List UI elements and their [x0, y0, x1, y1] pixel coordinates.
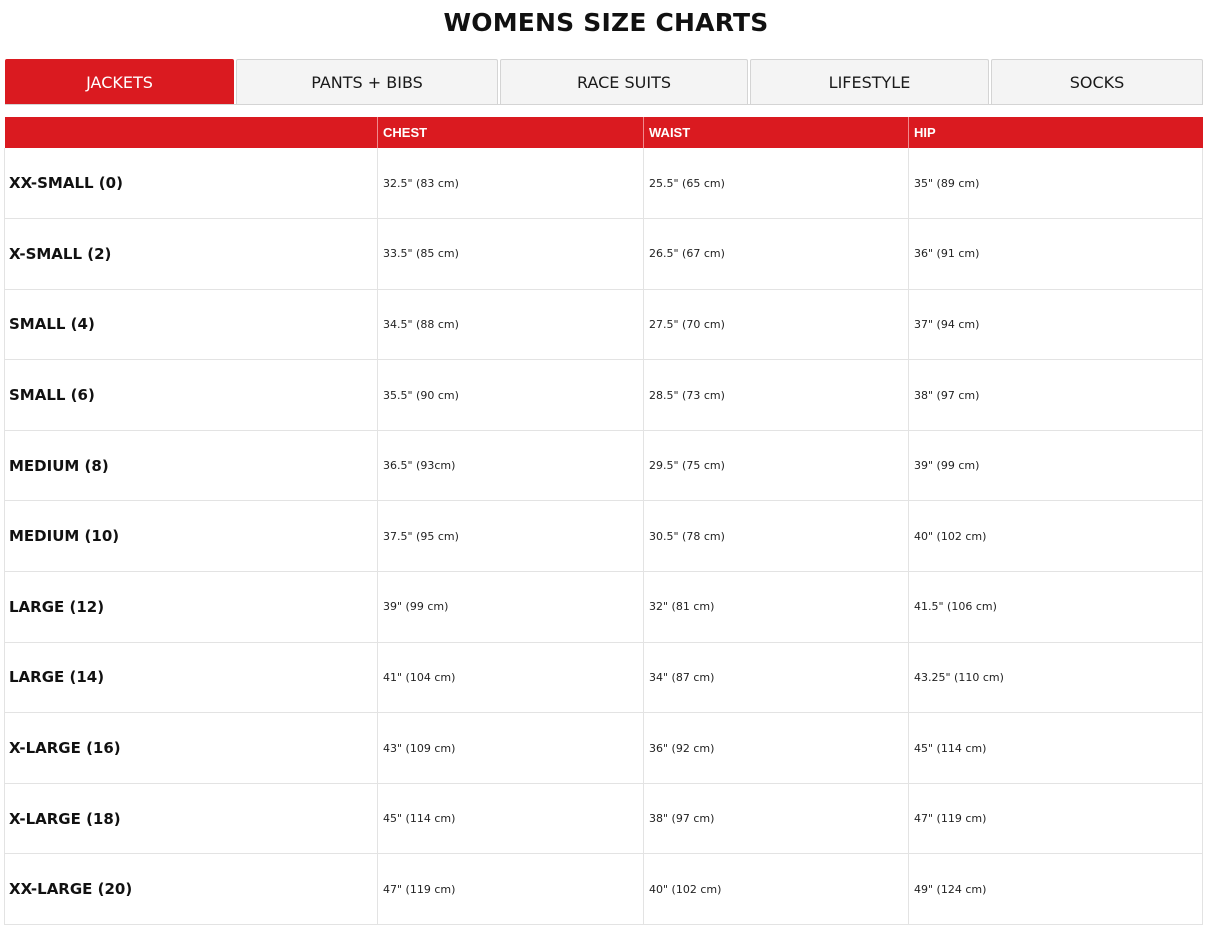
hip-cell: 36" (91 cm)	[908, 218, 1203, 290]
size-cell: X-LARGE (18)	[4, 783, 378, 855]
header-waist: WAIST	[643, 117, 909, 148]
chest-cell: 41" (104 cm)	[377, 642, 644, 714]
chest-cell: 43" (109 cm)	[377, 712, 644, 784]
chest-cell: 32.5" (83 cm)	[377, 148, 644, 220]
table-row: LARGE (12) 39" (99 cm) 32" (81 cm) 41.5" (1…	[4, 571, 1203, 643]
hip-cell: 40" (102 cm)	[908, 500, 1203, 573]
size-chart-tabs: JACKETS PANTS + BIBS RACE SUITS LIFESTYL…	[5, 59, 1203, 106]
chest-cell: 34.5" (88 cm)	[377, 289, 644, 361]
table-row: MEDIUM (10) 37.5" (95 cm) 30.5" (78 cm) 40"…	[4, 500, 1203, 573]
size-cell: LARGE (14)	[4, 642, 378, 714]
waist-cell: 26.5" (67 cm)	[643, 218, 909, 290]
waist-cell: 28.5" (73 cm)	[643, 359, 909, 431]
table-row: XX-LARGE (20) 47" (119 cm) 40" (102 cm) 49"…	[4, 853, 1203, 926]
table-row: SMALL (4) 34.5" (88 cm) 27.5" (70 cm) 37" (…	[4, 289, 1203, 361]
table-row: XX-SMALL (0) 32.5" (83 cm) 25.5" (65 cm) 35…	[4, 148, 1203, 220]
hip-cell: 49" (124 cm)	[908, 853, 1203, 926]
hip-cell: 43.25" (110 cm)	[908, 642, 1203, 714]
size-cell: SMALL (6)	[4, 359, 378, 431]
table-body: XX-SMALL (0) 32.5" (83 cm) 25.5" (65 cm) 35…	[4, 148, 1203, 926]
size-cell: SMALL (4)	[4, 289, 378, 361]
chest-cell: 36.5" (93cm)	[377, 430, 644, 502]
chest-cell: 39" (99 cm)	[377, 571, 644, 643]
header-size	[4, 117, 378, 148]
chest-cell: 33.5" (85 cm)	[377, 218, 644, 290]
chest-cell: 45" (114 cm)	[377, 783, 644, 855]
chest-cell: 47" (119 cm)	[377, 853, 644, 926]
page-title: WOMENS SIZE CHARTS	[443, 8, 769, 37]
hip-cell: 41.5" (106 cm)	[908, 571, 1203, 643]
table-row: X-LARGE (18) 45" (114 cm) 38" (97 cm) 47" (…	[4, 783, 1203, 855]
chest-cell: 37.5" (95 cm)	[377, 500, 644, 573]
size-cell: XX-SMALL (0)	[4, 148, 378, 220]
hip-cell: 45" (114 cm)	[908, 712, 1203, 784]
hip-cell: 47" (119 cm)	[908, 783, 1203, 855]
hip-cell: 39" (99 cm)	[908, 430, 1203, 502]
size-cell: XX-LARGE (20)	[4, 853, 378, 926]
waist-cell: 30.5" (78 cm)	[643, 500, 909, 573]
size-cell: MEDIUM (10)	[4, 500, 378, 573]
waist-cell: 27.5" (70 cm)	[643, 289, 909, 361]
hip-cell: 37" (94 cm)	[908, 289, 1203, 361]
size-cell: X-SMALL (2)	[4, 218, 378, 290]
tab-jackets[interactable]: JACKETS	[5, 59, 234, 105]
size-cell: LARGE (12)	[4, 571, 378, 643]
waist-cell: 38" (97 cm)	[643, 783, 909, 855]
size-cell: MEDIUM (8)	[4, 430, 378, 502]
waist-cell: 36" (92 cm)	[643, 712, 909, 784]
table-row: MEDIUM (8) 36.5" (93cm) 29.5" (75 cm) 39" (…	[4, 430, 1203, 502]
table-row: X-LARGE (16) 43" (109 cm) 36" (92 cm) 45" (…	[4, 712, 1203, 784]
tab-lifestyle[interactable]: LIFESTYLE	[750, 59, 989, 104]
waist-cell: 25.5" (65 cm)	[643, 148, 909, 220]
chest-cell: 35.5" (90 cm)	[377, 359, 644, 431]
table-row: X-SMALL (2) 33.5" (85 cm) 26.5" (67 cm) 36"…	[4, 218, 1203, 290]
size-chart-table: CHEST WAIST HIP XX-SMALL (0) 32.5" (83 cm…	[4, 117, 1203, 926]
waist-cell: 34" (87 cm)	[643, 642, 909, 714]
tab-socks[interactable]: SOCKS	[991, 59, 1203, 104]
header-hip: HIP	[908, 117, 1203, 148]
table-header-row: CHEST WAIST HIP	[4, 117, 1203, 148]
header-chest: CHEST	[377, 117, 644, 148]
tab-pants-bibs[interactable]: PANTS + BIBS	[236, 59, 498, 104]
waist-cell: 40" (102 cm)	[643, 853, 909, 926]
waist-cell: 32" (81 cm)	[643, 571, 909, 643]
tab-race-suits[interactable]: RACE SUITS	[500, 59, 748, 104]
waist-cell: 29.5" (75 cm)	[643, 430, 909, 502]
size-cell: X-LARGE (16)	[4, 712, 378, 784]
tabs-divider	[5, 104, 1203, 105]
hip-cell: 35" (89 cm)	[908, 148, 1203, 220]
table-row: SMALL (6) 35.5" (90 cm) 28.5" (73 cm) 38" (…	[4, 359, 1203, 431]
table-row: LARGE (14) 41" (104 cm) 34" (87 cm) 43.25" …	[4, 642, 1203, 714]
hip-cell: 38" (97 cm)	[908, 359, 1203, 431]
